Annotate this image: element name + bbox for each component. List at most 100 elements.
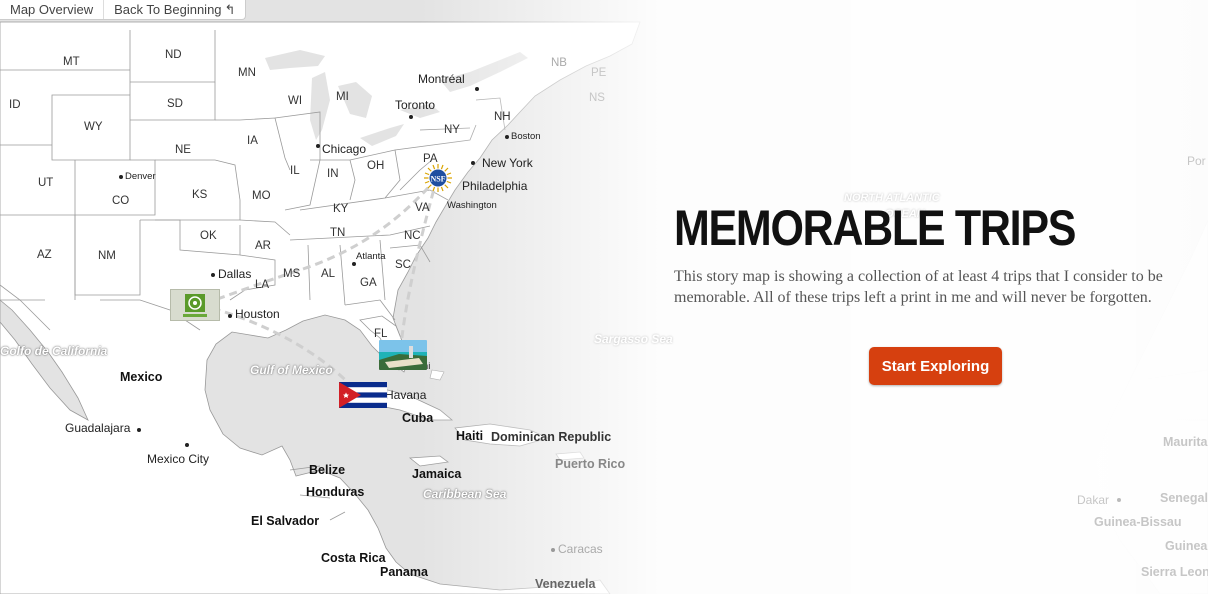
edge-label: Por bbox=[1187, 154, 1206, 168]
country-label: Costa Rica bbox=[321, 551, 386, 565]
city-label: Denver bbox=[125, 171, 156, 182]
state-label: NS bbox=[589, 92, 605, 104]
city-label: Atlanta bbox=[356, 251, 386, 262]
city-label: Havana bbox=[385, 388, 427, 402]
green-logo-icon bbox=[183, 294, 207, 317]
state-label: MI bbox=[336, 91, 349, 103]
country-label: Mexico bbox=[120, 370, 163, 384]
country-label: Guinea bbox=[1165, 539, 1208, 553]
city-label: Boston bbox=[511, 131, 541, 142]
country-label: Puerto Rico bbox=[555, 457, 626, 471]
state-label: FL bbox=[374, 328, 388, 340]
state-label: CO bbox=[112, 195, 130, 207]
state-label: ID bbox=[9, 99, 21, 111]
water-label: Caribbean Sea bbox=[423, 487, 507, 501]
state-label: VA bbox=[415, 202, 430, 214]
back-to-beginning-button[interactable]: Back To Beginning ↰ bbox=[104, 0, 245, 19]
state-label: GA bbox=[360, 277, 377, 289]
cuba-flag-marker[interactable] bbox=[339, 382, 387, 408]
city-label: Guadalajara bbox=[65, 421, 131, 435]
state-label: MS bbox=[283, 268, 301, 280]
city-dot bbox=[475, 87, 479, 91]
country-label: Mauritania bbox=[1163, 435, 1208, 449]
back-to-beginning-label: Back To Beginning bbox=[114, 2, 222, 17]
country-label: Honduras bbox=[306, 485, 365, 499]
city-label: Toronto bbox=[395, 98, 436, 112]
state-label: SC bbox=[395, 259, 411, 271]
city-dot bbox=[471, 161, 475, 165]
story-description: This story map is showing a collection o… bbox=[674, 268, 1163, 306]
city-dot bbox=[119, 175, 123, 179]
state-label: IA bbox=[247, 135, 258, 147]
green-logo-marker[interactable] bbox=[170, 289, 220, 321]
country-label: Dominican Republic bbox=[491, 430, 612, 444]
city-label: Mexico City bbox=[147, 452, 210, 466]
country-label: Sierra Leone bbox=[1141, 565, 1208, 579]
state-label: OH bbox=[367, 160, 385, 172]
map-overview-button[interactable]: Map Overview bbox=[0, 0, 105, 19]
country-label: Haiti bbox=[456, 429, 484, 443]
state-label: MN bbox=[238, 67, 256, 79]
country-label: Belize bbox=[309, 463, 346, 477]
city-label: Dakar bbox=[1077, 493, 1110, 507]
state-label: NY bbox=[444, 124, 460, 136]
water-label: Gulf of Mexico bbox=[250, 363, 333, 377]
city-label: Washington bbox=[447, 200, 497, 211]
water-label: Golfo de California bbox=[0, 344, 108, 358]
country-label: Panama bbox=[380, 565, 428, 579]
city-dot bbox=[551, 548, 555, 552]
state-label: AZ bbox=[37, 249, 52, 261]
country-label: Jamaica bbox=[412, 467, 462, 481]
city-label: New York bbox=[482, 156, 533, 170]
state-label: AL bbox=[321, 268, 336, 280]
state-label: UT bbox=[38, 177, 54, 189]
state-label: TN bbox=[330, 227, 346, 239]
country-label: El Salvador bbox=[251, 514, 320, 528]
city-label: Dallas bbox=[218, 267, 252, 281]
state-label: KY bbox=[333, 203, 349, 215]
country-label: Venezuela bbox=[535, 577, 596, 591]
state-label: IL bbox=[290, 165, 300, 177]
state-label: NE bbox=[175, 144, 191, 156]
water-label: Sargasso Sea bbox=[594, 332, 673, 346]
city-dot bbox=[137, 428, 141, 432]
state-label: AR bbox=[255, 240, 271, 252]
city-dot bbox=[505, 135, 509, 139]
state-label: KS bbox=[192, 189, 208, 201]
state-label: PE bbox=[591, 67, 607, 79]
city-label: Philadelphia bbox=[462, 179, 528, 193]
state-label: NM bbox=[98, 250, 116, 262]
nsf-logo-icon: NSF bbox=[424, 164, 452, 192]
city-label: Caracas bbox=[558, 542, 603, 556]
city-dot bbox=[352, 262, 356, 266]
state-label: OK bbox=[200, 230, 217, 242]
state-label: NC bbox=[404, 230, 421, 242]
start-exploring-button[interactable]: Start Exploring bbox=[869, 347, 1002, 385]
top-nav-bar: Map Overview Back To Beginning ↰ bbox=[0, 0, 247, 20]
state-label: LA bbox=[255, 279, 270, 291]
city-dot bbox=[211, 273, 215, 277]
state-label: NB bbox=[551, 57, 567, 69]
country-label: Guinea-Bissau bbox=[1094, 515, 1182, 529]
state-label: MT bbox=[63, 56, 80, 68]
nsf-logo-marker[interactable]: NSF bbox=[424, 164, 452, 192]
state-label: WI bbox=[288, 95, 303, 107]
state-label: MO bbox=[252, 190, 271, 202]
cuba-flag-icon bbox=[339, 382, 387, 408]
city-dot bbox=[185, 443, 189, 447]
city-label: Houston bbox=[235, 307, 280, 321]
country-label: Senegal bbox=[1160, 491, 1208, 505]
city-label: Chicago bbox=[322, 142, 367, 156]
city-dot bbox=[228, 314, 232, 318]
country-label: Cuba bbox=[402, 411, 434, 425]
city-dot bbox=[316, 144, 320, 148]
state-label: IN bbox=[327, 168, 339, 180]
state-label: WY bbox=[84, 121, 103, 133]
state-label: SD bbox=[167, 98, 183, 110]
city-label: Montréal bbox=[418, 72, 465, 86]
state-label: NH bbox=[494, 111, 511, 123]
city-dot bbox=[1117, 498, 1121, 502]
beach-photo-icon bbox=[379, 340, 427, 370]
miami-beach-marker[interactable] bbox=[379, 340, 427, 370]
story-title: MEMORABLE TRIPS bbox=[674, 200, 1076, 256]
